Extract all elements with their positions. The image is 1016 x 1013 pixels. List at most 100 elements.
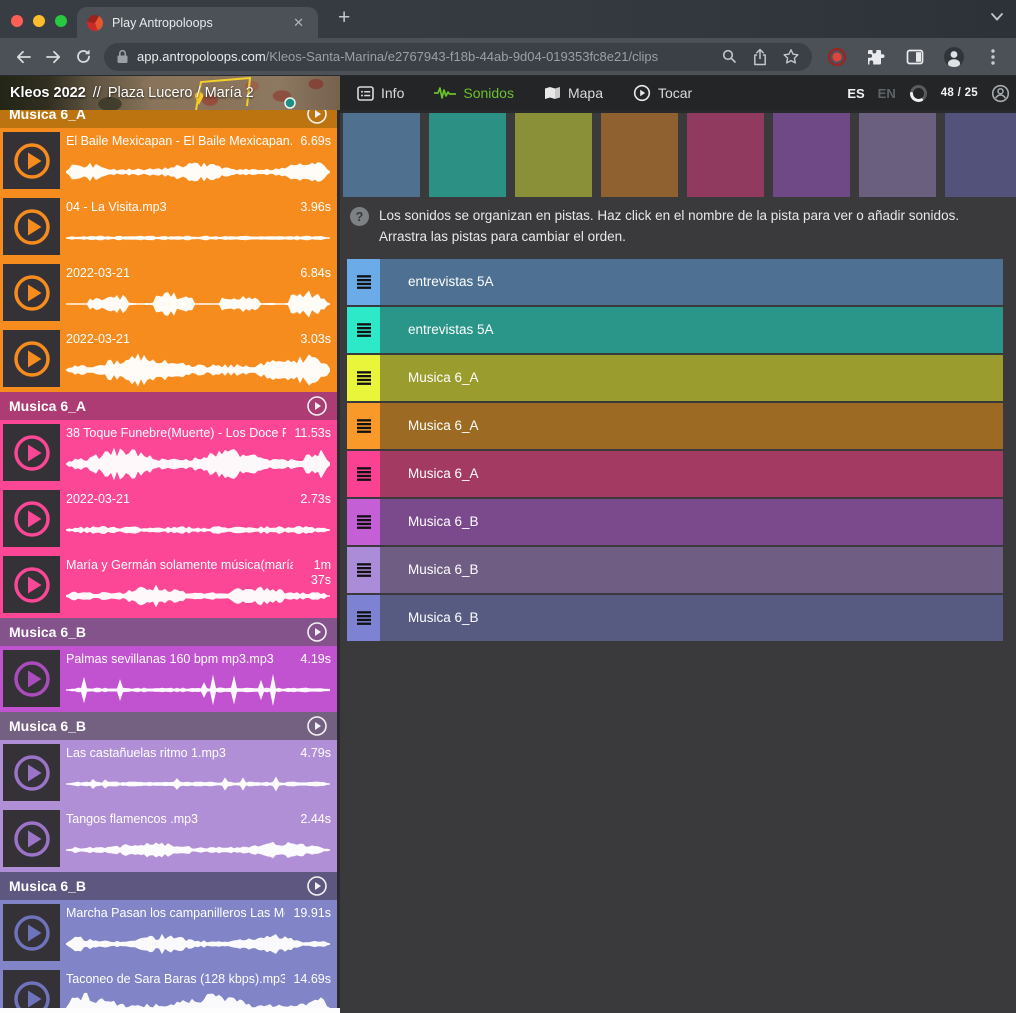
clip[interactable]: Palmas sevillanas 160 bpm mp3.mp34.19s	[0, 646, 337, 712]
section-expand-icon[interactable]	[306, 621, 328, 643]
track-pad[interactable]	[515, 113, 592, 197]
track-row[interactable]: Musica 6_B	[347, 547, 1003, 593]
track-section-header[interactable]: Musica 6_B	[0, 618, 337, 646]
lang-en-button[interactable]: EN	[878, 86, 896, 101]
breadcrumb-project[interactable]: Kleos 2022	[10, 85, 86, 101]
track-section-header[interactable]: Musica 6_A	[0, 110, 337, 128]
section-expand-icon[interactable]	[306, 395, 328, 417]
clip[interactable]: Tangos flamencos .mp32.44s	[0, 806, 337, 872]
clip[interactable]: 38 Toque Funebre(Muerte) - Los Doce Par.…	[0, 420, 337, 486]
browser-menu-kebab-icon[interactable]	[978, 42, 1008, 72]
play-button[interactable]	[3, 490, 60, 547]
track-pad[interactable]	[343, 113, 420, 197]
track-row[interactable]: Musica 6_B	[347, 499, 1003, 545]
track-row[interactable]: Musica 6_A	[347, 403, 1003, 449]
clip[interactable]: 2022-03-216.84s	[0, 260, 337, 326]
track-row[interactable]: Musica 6_A	[347, 451, 1003, 497]
track-row[interactable]: entrevistas 5A	[347, 259, 1003, 305]
track-row[interactable]: entrevistas 5A	[347, 307, 1003, 353]
play-button[interactable]	[3, 970, 60, 1008]
nav-item-tocar[interactable]: Tocar	[633, 84, 692, 102]
play-button[interactable]	[3, 264, 60, 321]
clip[interactable]: 2022-03-212.73s	[0, 486, 337, 552]
macos-minimize-button[interactable]	[33, 15, 45, 27]
play-button[interactable]	[3, 744, 60, 801]
clip[interactable]: Taconeo de Sara Baras (128 kbps).mp314.6…	[0, 966, 337, 1008]
drag-handle[interactable]	[347, 307, 380, 353]
app-header: Kleos 2022 // Plaza Lucero / María 2 Inf…	[0, 76, 1016, 110]
drag-handle[interactable]	[347, 403, 380, 449]
clip[interactable]: Marcha Pasan los campanilleros Las Mejor…	[0, 900, 337, 966]
breadcrumb-page[interactable]: Plaza Lucero / María 2	[108, 85, 254, 101]
track-row[interactable]: Musica 6_A	[347, 355, 1003, 401]
track-name[interactable]: Musica 6_A	[380, 451, 1003, 497]
play-button[interactable]	[3, 132, 60, 189]
section-expand-icon[interactable]	[306, 875, 328, 897]
drag-handle[interactable]	[347, 595, 380, 641]
section-expand-icon[interactable]	[306, 715, 328, 737]
browser-tab[interactable]: Play Antropoloops ✕	[77, 7, 318, 38]
help-question-icon[interactable]: ?	[350, 207, 369, 226]
window-chevron-icon[interactable]	[990, 12, 1004, 22]
macos-zoom-button[interactable]	[55, 15, 67, 27]
section-expand-icon[interactable]	[306, 110, 328, 125]
drag-handle[interactable]	[347, 547, 380, 593]
nav-item-info[interactable]: Info	[357, 85, 404, 101]
track-name[interactable]: Musica 6_A	[380, 403, 1003, 449]
browser-profile-avatar[interactable]	[939, 42, 969, 72]
track-pad[interactable]	[601, 113, 678, 197]
reload-button[interactable]	[68, 42, 98, 72]
zoom-search-icon[interactable]	[721, 48, 738, 65]
back-button[interactable]	[8, 42, 38, 72]
play-button[interactable]	[3, 810, 60, 867]
track-name[interactable]: Musica 6_A	[380, 355, 1003, 401]
map-thumbnail[interactable]: Kleos 2022 // Plaza Lucero / María 2	[0, 76, 340, 110]
forward-button[interactable]	[38, 42, 68, 72]
track-pad[interactable]	[429, 113, 506, 197]
clip[interactable]: María y Germán solamente música(maría 2.…	[0, 552, 337, 618]
nav-item-mapa[interactable]: Mapa	[544, 85, 603, 101]
track-name[interactable]: entrevistas 5A	[380, 259, 1003, 305]
drag-handle[interactable]	[347, 499, 380, 545]
track-pad[interactable]	[773, 113, 850, 197]
clip[interactable]: El Baile Mexicapan - El Baile Mexicapan.…	[0, 128, 337, 194]
profile-icon[interactable]	[991, 84, 1010, 103]
track-name[interactable]: Musica 6_B	[380, 595, 1003, 641]
play-button[interactable]	[3, 650, 60, 707]
drag-handle[interactable]	[347, 259, 380, 305]
track-section-header[interactable]: Musica 6_A	[0, 392, 337, 420]
play-button[interactable]	[3, 330, 60, 387]
play-button[interactable]	[3, 556, 60, 613]
clip[interactable]: Las castañuelas ritmo 1.mp34.79s	[0, 740, 337, 806]
share-icon[interactable]	[752, 48, 768, 66]
track-row[interactable]: Musica 6_B	[347, 595, 1003, 641]
url-bar[interactable]: app.antropoloops.com/Kleos-Santa-Marina/…	[104, 43, 812, 71]
tab-close-icon[interactable]: ✕	[289, 13, 308, 33]
drag-handle[interactable]	[347, 451, 380, 497]
track-pad[interactable]	[859, 113, 936, 197]
nav-item-sonidos[interactable]: Sonidos	[434, 85, 514, 101]
lock-icon[interactable]	[116, 49, 129, 64]
track-pad[interactable]	[687, 113, 764, 197]
track-pad[interactable]	[945, 113, 1016, 197]
waveform	[66, 351, 331, 389]
side-panel-icon[interactable]	[900, 42, 930, 72]
play-button[interactable]	[3, 198, 60, 255]
clip[interactable]: 04 - La Visita.mp33.96s	[0, 194, 337, 260]
track-name[interactable]: Musica 6_B	[380, 547, 1003, 593]
macos-close-button[interactable]	[11, 15, 23, 27]
lang-es-button[interactable]: ES	[847, 86, 864, 101]
new-tab-button[interactable]: +	[332, 6, 356, 30]
play-button[interactable]	[3, 424, 60, 481]
extensions-puzzle-icon[interactable]	[861, 42, 891, 72]
play-button[interactable]	[3, 904, 60, 961]
bookmark-star-icon[interactable]	[782, 48, 800, 65]
track-name[interactable]: Musica 6_B	[380, 499, 1003, 545]
clip[interactable]: 2022-03-213.03s	[0, 326, 337, 392]
track-name[interactable]: entrevistas 5A	[380, 307, 1003, 353]
track-section-header[interactable]: Musica 6_B	[0, 872, 337, 900]
breadcrumb[interactable]: Kleos 2022 // Plaza Lucero / María 2	[10, 76, 254, 110]
recorder-extension-icon[interactable]	[822, 42, 852, 72]
drag-handle[interactable]	[347, 355, 380, 401]
track-section-header[interactable]: Musica 6_B	[0, 712, 337, 740]
